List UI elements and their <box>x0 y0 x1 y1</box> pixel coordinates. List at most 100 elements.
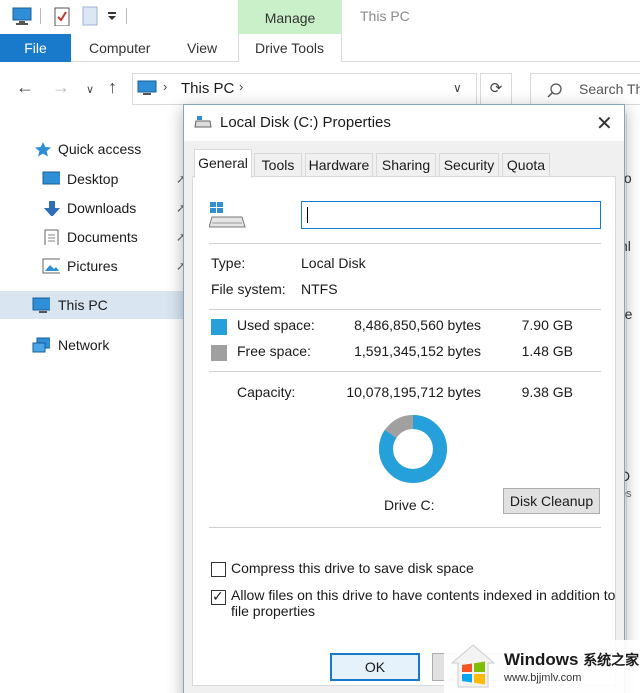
compress-checkbox[interactable] <box>211 562 226 577</box>
nav-documents-label: Documents <box>67 229 138 245</box>
qat-separator <box>126 8 127 24</box>
dialog-title: Local Disk (C:) Properties <box>220 114 391 131</box>
free-space-swatch <box>211 345 227 361</box>
used-space-label: Used space: <box>237 317 315 333</box>
watermark-brand: Windows 系统之家 <box>504 650 639 670</box>
customize-qat-icon[interactable] <box>106 6 118 26</box>
properties-icon[interactable] <box>52 6 72 26</box>
window-title: This PC <box>360 8 410 24</box>
this-pc-icon <box>32 297 50 313</box>
index-label-line1: Allow files on this drive to have conten… <box>231 587 616 603</box>
checkmark-icon: ✓ <box>212 588 224 604</box>
refresh-icon: ⟳ <box>489 80 503 97</box>
navigation-pane: Quick access Desktop ➚ Downloads ➚ Docum… <box>0 113 190 693</box>
tab-drive-tools[interactable]: Drive Tools <box>255 34 324 62</box>
used-space-gb: 7.90 GB <box>521 317 573 333</box>
desktop-icon <box>42 171 60 185</box>
drive-icon <box>194 116 212 128</box>
free-space-bytes: 1,591,345,152 bytes <box>354 343 481 359</box>
refresh-button[interactable]: ⟳ <box>480 73 512 105</box>
nav-network[interactable]: Network <box>0 331 190 359</box>
tab-general[interactable]: General <box>194 149 252 178</box>
type-value: Local Disk <box>301 255 366 271</box>
local-disk-icon <box>209 202 246 228</box>
watermark-brand-en: Windows <box>504 650 579 669</box>
breadcrumb-chevron-icon[interactable]: › <box>163 79 167 94</box>
text-caret <box>307 207 308 223</box>
up-arrow-icon[interactable]: ↑ <box>108 77 117 98</box>
capacity-label: Capacity: <box>237 384 296 400</box>
qat-separator <box>40 8 41 24</box>
document-icon <box>44 229 59 245</box>
disk-usage-donut <box>379 415 447 483</box>
tab-computer[interactable]: Computer <box>89 34 150 62</box>
free-space-gb: 1.48 GB <box>521 343 573 359</box>
tab-hardware[interactable]: Hardware <box>305 153 373 177</box>
watermark-url: www.bjjmlv.com <box>504 672 582 684</box>
nav-downloads-label: Downloads <box>67 200 137 216</box>
manage-context-tab[interactable]: Manage <box>238 0 342 34</box>
watermark: Windows 系统之家 www.bjjmlv.com <box>444 640 640 693</box>
tab-view[interactable]: View <box>187 34 217 62</box>
nav-pictures[interactable]: Pictures ➚ <box>0 252 190 280</box>
network-icon <box>32 337 50 353</box>
nav-this-pc[interactable]: This PC <box>0 291 190 319</box>
search-input[interactable]: Search Th <box>530 73 640 105</box>
tab-sharing[interactable]: Sharing <box>376 153 436 177</box>
windows-house-logo <box>450 644 496 688</box>
type-label: Type: <box>211 255 246 271</box>
tab-tools[interactable]: Tools <box>254 153 302 177</box>
nav-desktop[interactable]: Desktop ➚ <box>0 165 190 193</box>
address-box[interactable]: › This PC › ∨ <box>132 73 477 105</box>
breadcrumb-chevron-icon[interactable]: › <box>239 79 243 94</box>
nav-documents[interactable]: Documents ➚ <box>0 223 190 251</box>
search-placeholder: Search Th <box>579 81 640 97</box>
nav-desktop-label: Desktop <box>67 171 119 187</box>
general-tab-page: Type: Local Disk File system: NTFS Used … <box>192 176 616 686</box>
separator <box>209 527 601 528</box>
back-arrow-icon[interactable]: ← <box>16 77 34 98</box>
new-folder-icon[interactable] <box>82 6 98 26</box>
tab-quota[interactable]: Quota <box>502 153 550 177</box>
search-icon <box>547 83 562 98</box>
file-system-value: NTFS <box>301 281 338 297</box>
breadcrumb-this-pc[interactable]: This PC <box>181 80 234 97</box>
manage-tab-label: Manage <box>264 10 316 26</box>
star-icon <box>35 142 51 157</box>
dialog-titlebar: Local Disk (C:) Properties ✕ <box>184 105 624 141</box>
close-icon[interactable]: ✕ <box>596 111 613 136</box>
disk-cleanup-button[interactable]: Disk Cleanup <box>503 488 600 514</box>
watermark-brand-cn: 系统之家 <box>583 653 640 669</box>
nav-pictures-label: Pictures <box>67 258 118 274</box>
free-space-label: Free space: <box>237 343 311 359</box>
used-space-bytes: 8,486,850,560 bytes <box>354 317 481 333</box>
used-space-swatch <box>211 319 227 335</box>
tab-file[interactable]: File <box>0 34 71 62</box>
separator <box>209 243 601 244</box>
nav-quick-access-label: Quick access <box>58 141 142 157</box>
capacity-gb: 9.38 GB <box>521 384 573 400</box>
nav-downloads[interactable]: Downloads ➚ <box>0 194 190 222</box>
compress-label: Compress this drive to save disk space <box>231 560 474 576</box>
this-pc-icon[interactable] <box>12 6 32 26</box>
recent-locations-chevron-icon[interactable]: ∨ <box>86 83 94 96</box>
index-checkbox[interactable]: ✓ <box>211 588 226 605</box>
ok-button[interactable]: OK <box>330 653 420 681</box>
tab-security[interactable]: Security <box>439 153 499 177</box>
pictures-icon <box>42 258 60 274</box>
separator <box>209 309 601 310</box>
download-arrow-icon <box>44 201 60 216</box>
nav-this-pc-label: This PC <box>58 297 108 313</box>
ribbon-tabs: File Computer View Drive Tools <box>0 34 640 62</box>
address-dropdown-icon[interactable]: ∨ <box>453 81 462 95</box>
explorer-titlebar: Manage This PC <box>0 0 640 34</box>
nav-quick-access[interactable]: Quick access <box>0 135 190 163</box>
index-label-line2: file properties <box>231 603 316 619</box>
properties-dialog: Local Disk (C:) Properties ✕ General Too… <box>183 104 625 693</box>
volume-label-input[interactable] <box>301 201 601 229</box>
file-system-label: File system: <box>211 281 286 297</box>
forward-arrow-icon[interactable]: → <box>52 77 70 98</box>
this-pc-icon <box>137 80 157 95</box>
separator <box>209 371 601 372</box>
drive-label: Drive C: <box>384 497 435 513</box>
